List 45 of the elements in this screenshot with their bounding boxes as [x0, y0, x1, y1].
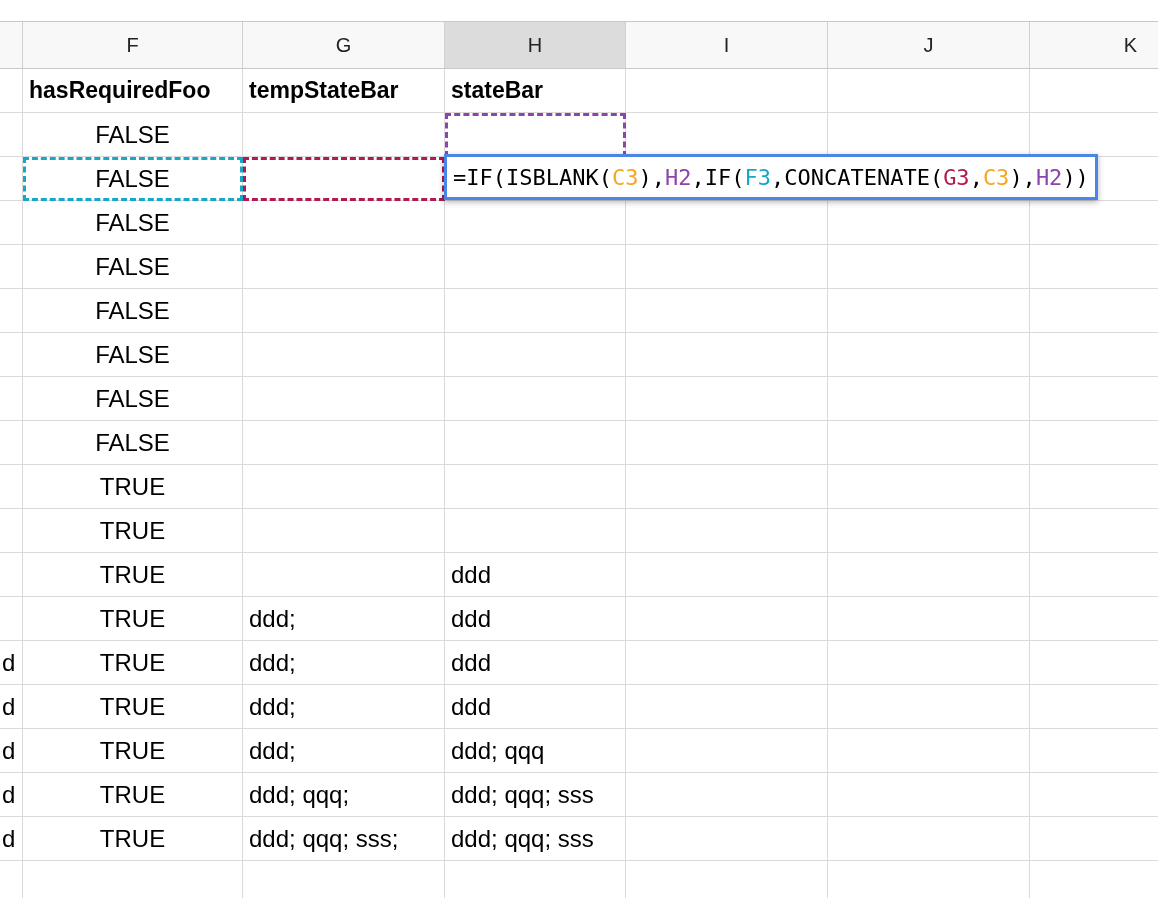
table-cell: ddd — [445, 641, 626, 685]
table-cell: TRUE — [23, 553, 243, 597]
column-header[interactable]: K — [1030, 22, 1158, 69]
table-cell: ddd — [445, 685, 626, 729]
table-cell: TRUE — [23, 685, 243, 729]
column-header[interactable]: J — [828, 22, 1030, 69]
table-cell: ddd — [445, 597, 626, 641]
table-cell: TRUE — [23, 509, 243, 553]
table-cell: ddd; qqq; sss — [445, 817, 626, 861]
table-cell: FALSE — [23, 333, 243, 377]
table-cell: ddd; qqq; sss; — [243, 817, 445, 861]
table-cell: d — [0, 773, 23, 817]
column-title: hasRequiredFoo — [23, 69, 243, 113]
table-cell: FALSE — [23, 377, 243, 421]
table-cell: ddd — [445, 553, 626, 597]
table-cell: d — [0, 641, 23, 685]
column-header[interactable]: H — [445, 22, 626, 69]
table-cell: FALSE — [23, 157, 243, 201]
table-cell: ddd; — [243, 597, 445, 641]
column-header[interactable]: F — [23, 22, 243, 69]
table-cell: d — [0, 729, 23, 773]
formula-editor[interactable]: =IF(ISBLANK(C3),H2,IF(F3,CONCATENATE(G3,C3),H2)) — [444, 154, 1098, 200]
table-cell: FALSE — [23, 113, 243, 157]
table-cell: ddd; qqq; — [243, 773, 445, 817]
column-header[interactable]: G — [243, 22, 445, 69]
table-cell: TRUE — [23, 465, 243, 509]
table-cell: FALSE — [23, 421, 243, 465]
table-cell: TRUE — [23, 817, 243, 861]
table-cell: ddd; — [243, 685, 445, 729]
column-header[interactable]: I — [626, 22, 828, 69]
table-cell: ddd; — [243, 729, 445, 773]
table-cell: d — [0, 817, 23, 861]
table-cell: d — [0, 685, 23, 729]
table-cell: FALSE — [23, 245, 243, 289]
table-cell: FALSE — [23, 289, 243, 333]
table-cell: FALSE — [23, 201, 243, 245]
column-title: tempStateBar — [243, 69, 445, 113]
column-title: stateBar — [445, 69, 626, 113]
table-cell: ddd; qqq; sss — [445, 773, 626, 817]
table-cell: TRUE — [23, 641, 243, 685]
table-cell: ddd; — [243, 641, 445, 685]
table-cell: TRUE — [23, 597, 243, 641]
table-cell: TRUE — [23, 729, 243, 773]
table-cell: TRUE — [23, 773, 243, 817]
table-cell: ddd; qqq — [445, 729, 626, 773]
